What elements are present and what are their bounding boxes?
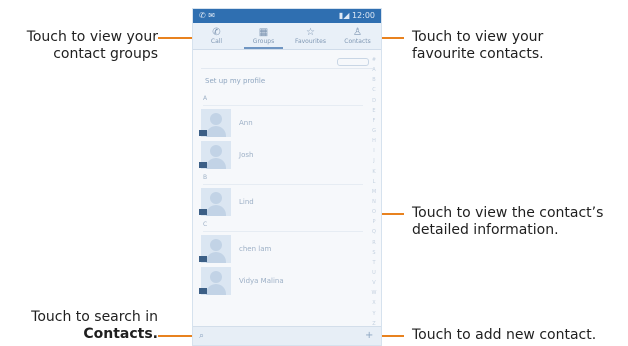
add-contact-icon[interactable]: + bbox=[365, 331, 375, 341]
search-icon[interactable]: ⌕ bbox=[199, 331, 209, 341]
callout-add-line: Touch to add new contact. bbox=[412, 327, 597, 343]
alphabet-letter[interactable]: S bbox=[372, 250, 375, 256]
contact-name: chen lam bbox=[239, 245, 272, 253]
callout-search-line1: Touch to search in bbox=[31, 309, 158, 325]
alphabet-letter[interactable]: Y bbox=[372, 311, 375, 317]
bottom-bar: ⌕ + bbox=[193, 326, 381, 345]
alphabet-letter[interactable]: M bbox=[372, 189, 376, 195]
account-pill bbox=[337, 58, 369, 66]
contact-row[interactable]: Josh bbox=[199, 140, 381, 170]
tab-call[interactable]: ✆ Call bbox=[193, 23, 240, 49]
contacts-icon: ♙ bbox=[353, 26, 362, 38]
avatar bbox=[199, 141, 231, 169]
status-clock: ▮◢ 12:00 bbox=[338, 11, 375, 20]
avatar bbox=[199, 235, 231, 263]
status-notification-icons: ✆ ✉ bbox=[199, 11, 215, 20]
callout-groups: Touch to view your contact groups bbox=[6, 29, 158, 63]
alphabet-letter[interactable]: R bbox=[372, 240, 375, 246]
callout-groups-line1: Touch to view your bbox=[26, 29, 158, 45]
avatar bbox=[199, 109, 231, 137]
section-header: B bbox=[203, 174, 363, 185]
callout-search: Touch to search in Contacts. bbox=[6, 309, 158, 343]
contact-row[interactable]: chen lam bbox=[199, 234, 381, 264]
alphabet-letter[interactable]: V bbox=[372, 280, 375, 286]
tab-favourites[interactable]: ☆ Favourites bbox=[287, 23, 334, 49]
alphabet-letter[interactable]: Q bbox=[372, 229, 376, 235]
status-bar: ✆ ✉ ▮◢ 12:00 bbox=[193, 9, 381, 23]
contact-name: Ann bbox=[239, 119, 253, 127]
contact-row[interactable]: Ann bbox=[199, 108, 381, 138]
alphabet-letter[interactable]: A bbox=[372, 67, 375, 73]
alphabet-letter[interactable]: H bbox=[372, 138, 376, 144]
alphabet-letter[interactable]: O bbox=[372, 209, 376, 215]
alphabet-index[interactable]: # A B C D E F G H I J K L M N O P Q R S T U V W X Y Z bbox=[371, 57, 377, 327]
alphabet-letter[interactable]: D bbox=[372, 98, 376, 104]
callout-search-line2: Contacts. bbox=[83, 326, 158, 342]
tab-contacts[interactable]: ♙ Contacts bbox=[334, 23, 381, 49]
alphabet-letter[interactable]: P bbox=[372, 219, 375, 225]
alphabet-letter[interactable]: T bbox=[372, 260, 375, 266]
tab-groups[interactable]: ▦ Groups bbox=[240, 23, 287, 49]
callout-favourites-line2: favourite contacts. bbox=[412, 46, 544, 62]
favourites-icon: ☆ bbox=[306, 26, 315, 38]
alphabet-letter[interactable]: I bbox=[373, 148, 374, 154]
alphabet-letter[interactable]: W bbox=[372, 290, 377, 296]
contact-name: Josh bbox=[239, 151, 254, 159]
callout-groups-line2: contact groups bbox=[53, 46, 158, 62]
section-header: C bbox=[203, 221, 363, 232]
tab-bar: ✆ Call ▦ Groups ☆ Favourites ♙ Contacts bbox=[193, 23, 381, 50]
alphabet-letter[interactable]: J bbox=[373, 158, 374, 164]
alphabet-letter[interactable]: X bbox=[372, 300, 375, 306]
phone-icon: ✆ bbox=[212, 26, 221, 38]
setup-profile-item[interactable]: Set up my profile bbox=[205, 77, 381, 91]
tab-favourites-label: Favourites bbox=[295, 37, 326, 45]
alphabet-letter[interactable]: B bbox=[372, 77, 375, 83]
callout-detail-line1: Touch to view the contact’s bbox=[412, 205, 604, 221]
callout-favourites-line1: Touch to view your bbox=[412, 29, 544, 45]
alphabet-letter[interactable]: C bbox=[372, 87, 376, 93]
tab-call-label: Call bbox=[210, 37, 223, 45]
tab-contacts-label: Contacts bbox=[344, 37, 371, 45]
avatar bbox=[199, 188, 231, 216]
avatar bbox=[199, 267, 231, 295]
contact-row[interactable]: Lind bbox=[199, 187, 381, 217]
alphabet-letter[interactable]: E bbox=[372, 108, 375, 114]
callout-favourites: Touch to view your favourite contacts. bbox=[412, 29, 622, 63]
groups-icon: ▦ bbox=[258, 26, 269, 38]
contact-row[interactable]: Vidya Malina bbox=[199, 266, 381, 296]
callout-detail-line2: detailed information. bbox=[412, 222, 559, 238]
alphabet-letter[interactable]: G bbox=[372, 128, 376, 134]
contact-name: Lind bbox=[239, 198, 254, 206]
callout-add: Touch to add new contact. bbox=[412, 327, 626, 344]
phone-screen: ✆ ✉ ▮◢ 12:00 ✆ Call ▦ Groups ☆ Favourite… bbox=[192, 8, 382, 346]
alphabet-letter[interactable]: F bbox=[373, 118, 376, 124]
account-row[interactable] bbox=[201, 56, 373, 69]
alphabet-letter[interactable]: # bbox=[372, 57, 376, 63]
contact-name: Vidya Malina bbox=[239, 277, 284, 285]
alphabet-letter[interactable]: U bbox=[372, 270, 376, 276]
alphabet-letter[interactable]: N bbox=[372, 199, 376, 205]
callout-detail: Touch to view the contact’s detailed inf… bbox=[412, 205, 626, 239]
section-header: A bbox=[203, 95, 363, 106]
alphabet-letter[interactable]: L bbox=[373, 179, 376, 185]
alphabet-letter[interactable]: K bbox=[372, 169, 375, 175]
tab-groups-label: Groups bbox=[252, 37, 275, 45]
